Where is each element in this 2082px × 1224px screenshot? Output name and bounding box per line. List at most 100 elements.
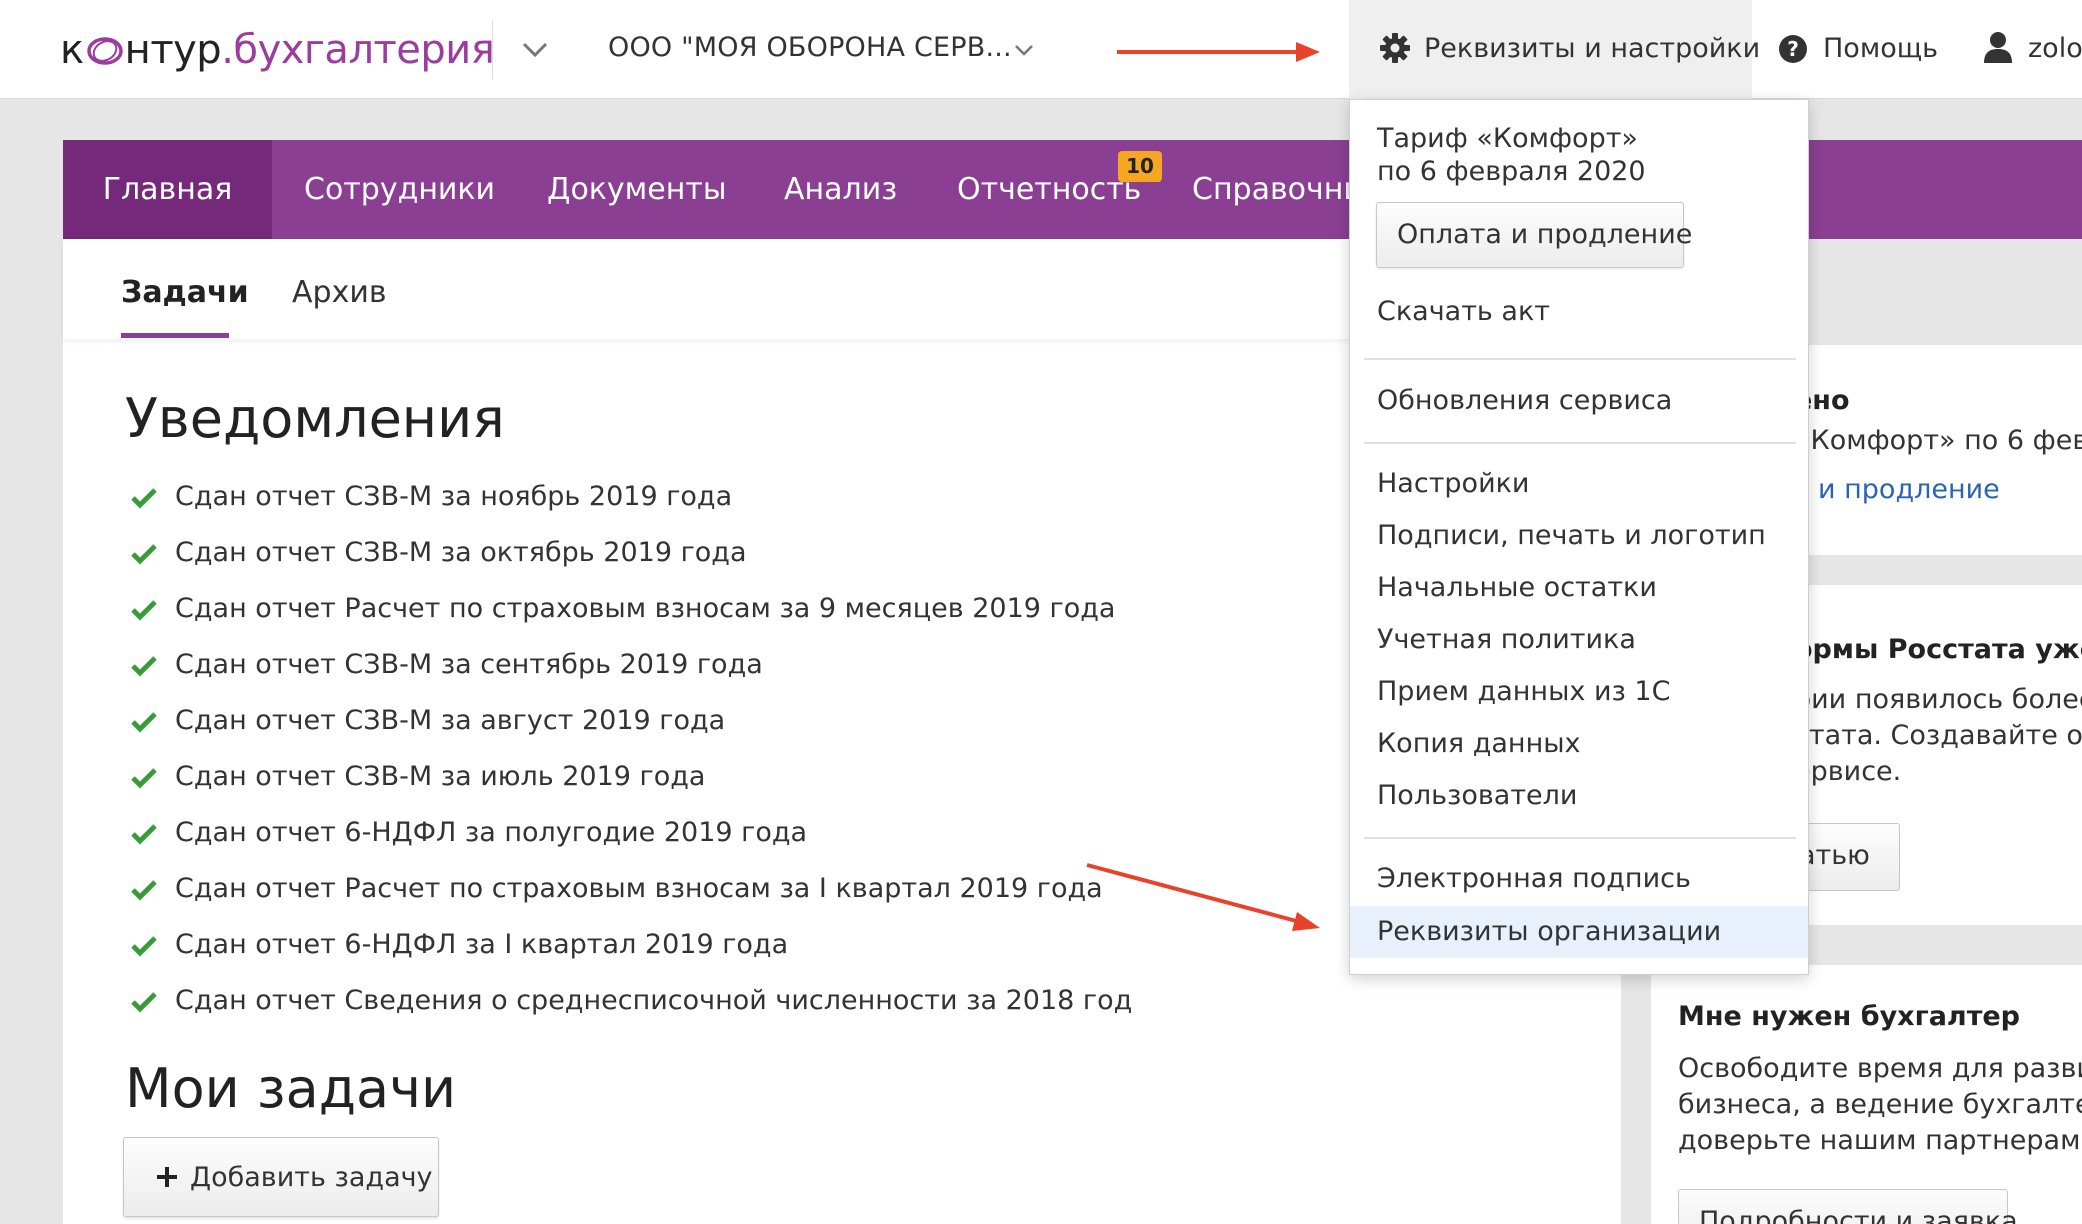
header-divider	[492, 20, 493, 80]
subtab-tasks[interactable]: Задачи	[121, 275, 249, 310]
tariff-name: Тариф «Комфорт»	[1377, 123, 1638, 154]
menu-item-label: Пользователи	[1377, 780, 1578, 811]
menu-item-label: Подписи, печать и логотип	[1377, 520, 1766, 551]
checkmark-icon	[130, 598, 158, 626]
question-circle-icon: ?	[1778, 34, 1808, 68]
list-item: Сдан отчет СЗВ-М за октябрь 2019 года	[130, 534, 1130, 574]
menu-item-label: Прием данных из 1С	[1377, 676, 1671, 707]
read-article-button[interactable]: атью	[1794, 823, 1900, 891]
notification-text: Сдан отчет 6-НДФЛ за I квартал 2019 года	[175, 929, 789, 960]
list-item: Сдан отчет Расчет по страховым взносам з…	[130, 870, 1130, 910]
checkmark-icon	[130, 766, 158, 794]
menu-item-electronic-signature[interactable]: Электронная подпись	[1350, 856, 1808, 904]
notification-text: Сдан отчет СЗВ-М за ноябрь 2019 года	[175, 481, 733, 512]
app-logo[interactable]: к нтур.бухгалтерия	[60, 22, 495, 78]
card-renew-link[interactable]: и продление	[1818, 474, 2000, 505]
subtab-archive[interactable]: Архив	[292, 275, 387, 310]
help-label: Помощь	[1823, 33, 1939, 64]
menu-item-signatures-stamp-logo[interactable]: Подписи, печать и логотип	[1350, 513, 1808, 561]
checkmark-icon	[130, 542, 158, 570]
notification-text: Сдан отчет СЗВ-М за июль 2019 года	[175, 761, 706, 792]
logo-text-product: .бухгалтерия	[221, 27, 495, 73]
list-item: Сдан отчет Расчет по страховым взносам з…	[130, 590, 1130, 630]
add-task-button[interactable]: Добавить задачу	[123, 1137, 439, 1217]
menu-item-accounting-policy[interactable]: Учетная политика	[1350, 617, 1808, 665]
menu-divider	[1364, 442, 1796, 444]
checkmark-icon	[130, 654, 158, 682]
list-item: Сдан отчет 6-НДФЛ за полугодие 2019 года	[130, 814, 1130, 854]
card-title: ормы Росстата уже д	[1794, 634, 2082, 665]
nav-tab-reporting[interactable]: Отчетность	[957, 140, 1141, 239]
nav-tab-employees[interactable]: Сотрудники	[304, 140, 495, 239]
menu-divider	[1364, 358, 1796, 360]
card-text-line: ервисе.	[1794, 756, 1902, 787]
notifications-heading: Уведомления	[125, 387, 505, 450]
checkmark-icon	[130, 934, 158, 962]
notification-text: Сдан отчет СЗВ-М за август 2019 года	[175, 705, 726, 736]
my-tasks-heading: Мои задачи	[125, 1057, 457, 1120]
notification-text: Сдан отчет Расчет по страховым взносам з…	[175, 593, 1116, 624]
nav-tab-home[interactable]: Главная	[63, 140, 272, 239]
nav-tab-references[interactable]: Справочни	[1192, 140, 1363, 239]
nav-tab-analysis[interactable]: Анализ	[784, 140, 897, 239]
download-act-link[interactable]: Скачать акт	[1377, 296, 1550, 327]
plus-icon	[156, 1166, 178, 1192]
nav-tab-documents[interactable]: Документы	[547, 140, 727, 239]
details-request-button[interactable]: Подробности и заявка	[1678, 1189, 2018, 1224]
menu-item-label: Реквизиты организации	[1377, 916, 1722, 947]
organization-selector[interactable]: ООО "МОЯ ОБОРОНА СЕРВ...	[608, 32, 1012, 63]
notification-text: Сдан отчет СЗВ-М за октябрь 2019 года	[175, 537, 747, 568]
settings-menu-label: Реквизиты и настройки	[1424, 33, 1761, 64]
card-text-line: бизнеса, а ведение бухгалтерии	[1678, 1089, 2082, 1120]
menu-item-data-backup[interactable]: Копия данных	[1350, 721, 1808, 769]
list-item: Сдан отчет СЗВ-М за сентябрь 2019 года	[130, 646, 1130, 686]
org-chevron-down-icon[interactable]	[1014, 44, 1034, 56]
card-title: Мне нужен бухгалтер	[1678, 1001, 2020, 1032]
add-task-label: Добавить задачу	[190, 1162, 433, 1193]
notification-text: Сдан отчет СЗВ-М за сентябрь 2019 года	[175, 649, 763, 680]
menu-item-label: Электронная подпись	[1377, 863, 1691, 894]
list-item: Сдан отчет СЗВ-М за июль 2019 года	[130, 758, 1130, 798]
card-text-line: доверьте нашим партнерам	[1678, 1125, 2081, 1156]
menu-item-label: Обновления сервиса	[1377, 385, 1673, 416]
menu-item-label: Учетная политика	[1377, 624, 1636, 655]
checkmark-icon	[130, 710, 158, 738]
card-text-line: стата. Создавайте отче	[1794, 720, 2082, 751]
logo-ring-icon	[86, 37, 123, 65]
chevron-down-icon[interactable]	[522, 42, 548, 58]
svg-text:?: ?	[1787, 37, 1799, 61]
gear-icon	[1379, 32, 1411, 68]
menu-item-import-1c[interactable]: Прием данных из 1С	[1350, 669, 1808, 717]
menu-item-label: Начальные остатки	[1377, 572, 1657, 603]
settings-dropdown-menu: Тариф «Комфорт» по 6 февраля 2020 Оплата…	[1349, 99, 1809, 975]
checkmark-icon	[130, 878, 158, 906]
menu-divider	[1364, 837, 1796, 839]
user-label: zolo	[2028, 33, 2082, 64]
menu-item-label: Копия данных	[1377, 728, 1581, 759]
list-item: Сдан отчет 6-НДФЛ за I квартал 2019 года	[130, 926, 1130, 966]
logo-text-ntur: нтур	[124, 27, 222, 73]
payment-renewal-label: Оплата и продление	[1397, 219, 1693, 250]
reporting-count-badge: 10	[1118, 151, 1162, 182]
card-text-line: Освободите время для развити	[1678, 1053, 2082, 1084]
menu-item-users[interactable]: Пользователи	[1350, 773, 1808, 821]
checkmark-icon	[130, 822, 158, 850]
accountant-offer-card: Мне нужен бухгалтер Освободите время для…	[1651, 965, 2082, 1224]
settings-menu-button[interactable]: Реквизиты и настройки	[1349, 0, 1760, 99]
menu-item-opening-balances[interactable]: Начальные остатки	[1350, 565, 1808, 613]
active-subtab-indicator	[121, 333, 229, 338]
logo-text-k: к	[60, 27, 84, 73]
card-text-line: рии появилось более	[1794, 684, 2082, 715]
button-label: Подробности и заявка	[1699, 1206, 2018, 1224]
top-bar: к нтур.бухгалтерия ООО "МОЯ ОБОРОНА СЕРВ.…	[0, 0, 2082, 99]
notification-text: Сдан отчет Расчет по страховым взносам з…	[175, 873, 1103, 904]
menu-item-settings[interactable]: Настройки	[1350, 461, 1808, 509]
list-item: Сдан отчет Сведения о среднесписочной чи…	[130, 982, 1132, 1022]
user-icon	[1982, 30, 2014, 68]
menu-item-service-updates[interactable]: Обновления сервиса	[1350, 378, 1808, 426]
menu-item-organization-details[interactable]: Реквизиты организации	[1350, 906, 1808, 958]
menu-item-label: Настройки	[1377, 468, 1530, 499]
notification-text: Сдан отчет 6-НДФЛ за полугодие 2019 года	[175, 817, 808, 848]
payment-renewal-button[interactable]: Оплата и продление	[1376, 202, 1692, 268]
button-label: атью	[1799, 840, 1870, 871]
